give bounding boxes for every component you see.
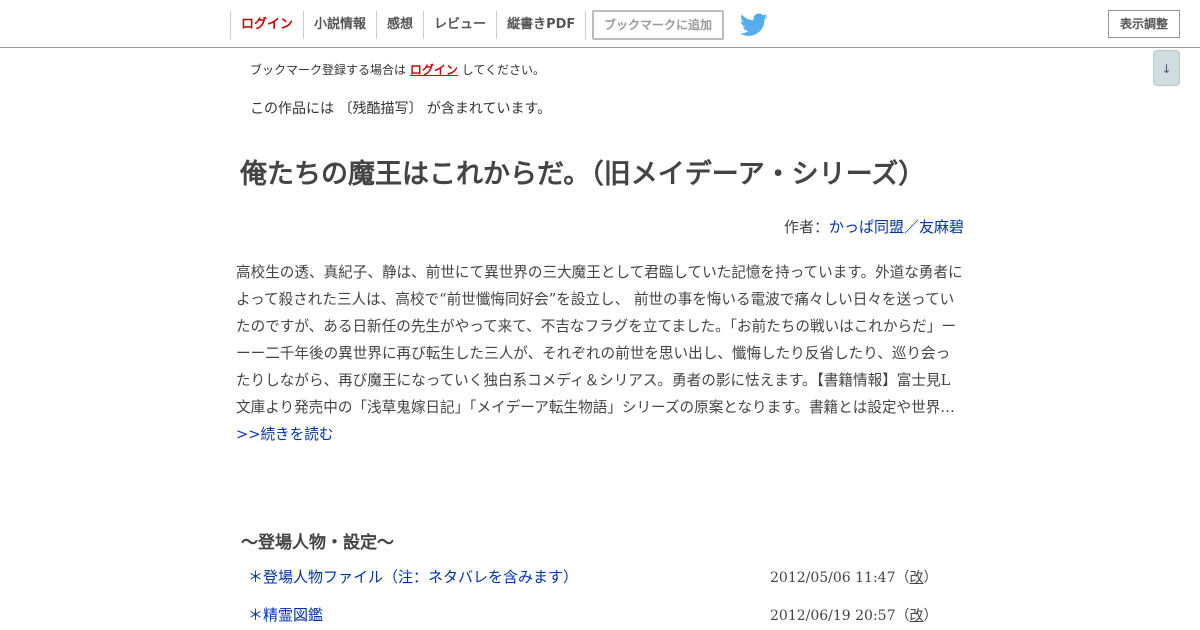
author-prefix: 作者： [783,218,829,236]
synopsis: 高校生の透、真紀子、静は、前世にて異世界の三大魔王として君臨していた記憶を持って… [236,259,964,448]
revision-link[interactable]: 改 [910,608,924,624]
notice-login-link[interactable]: ログイン [410,63,458,77]
nav-vertical-pdf[interactable]: 縦書きPDF [496,11,587,39]
episode-row: ＊登場人物ファイル（注：ネタバレを含みます） 2012/05/06 11:47（… [248,566,938,588]
synopsis-text: 高校生の透、真紀子、静は、前世にて異世界の三大魔王として君臨していた記憶を持って… [236,264,963,416]
notice-suffix: してください。 [461,63,545,77]
nav-review[interactable]: レビュー [423,11,496,39]
read-more-link[interactable]: >>続きを読む [236,426,333,443]
chapter-title: 〜登場人物・設定〜 [241,533,394,553]
scroll-down-button[interactable]: ↓ [1153,50,1180,86]
episode-date-text: 2012/05/06 11:47 [770,570,896,586]
author-link[interactable]: かっぱ同盟／友麻碧 [829,218,964,236]
content-warning: この作品には 〔残酷描写〕 が含まれています。 [250,101,552,117]
add-bookmark-button[interactable]: ブックマークに追加 [592,10,724,40]
main-nav: ログイン 小説情報 感想 レビュー 縦書きPDF [230,11,587,39]
revision-close: ） [923,570,938,586]
revision-open: （ [895,608,910,624]
notice-prefix: ブックマーク登録する場合は [250,63,407,77]
episode-date: 2012/06/19 20:57（改） [770,605,938,625]
display-settings-button[interactable]: 表示調整 [1108,10,1180,38]
twitter-bird-icon[interactable] [739,13,768,37]
nav-login[interactable]: ログイン [230,11,303,39]
revision-link[interactable]: 改 [910,570,924,586]
revision-open: （ [895,570,910,586]
nav-novel-info[interactable]: 小説情報 [303,11,376,39]
episode-date: 2012/05/06 11:47（改） [770,567,938,587]
bookmark-login-notice: ブックマーク登録する場合は ログイン してください。 [250,61,545,78]
episode-link[interactable]: ＊登場人物ファイル（注：ネタバレを含みます） [248,566,578,587]
episode-row: ＊精霊図鑑 2012/06/19 20:57（改） [248,604,938,626]
novel-title: 俺たちの魔王はこれからだ。（旧メイデーア・シリーズ） [240,159,926,190]
author-line: 作者：かっぱ同盟／友麻碧 [784,216,964,237]
nav-impressions[interactable]: 感想 [376,11,423,39]
episode-link[interactable]: ＊精霊図鑑 [248,604,323,625]
top-navigation-bar: ログイン 小説情報 感想 レビュー 縦書きPDF ブックマークに追加 表示調整 [0,0,1200,48]
episode-date-text: 2012/06/19 20:57 [770,608,896,624]
revision-close: ） [923,608,938,624]
